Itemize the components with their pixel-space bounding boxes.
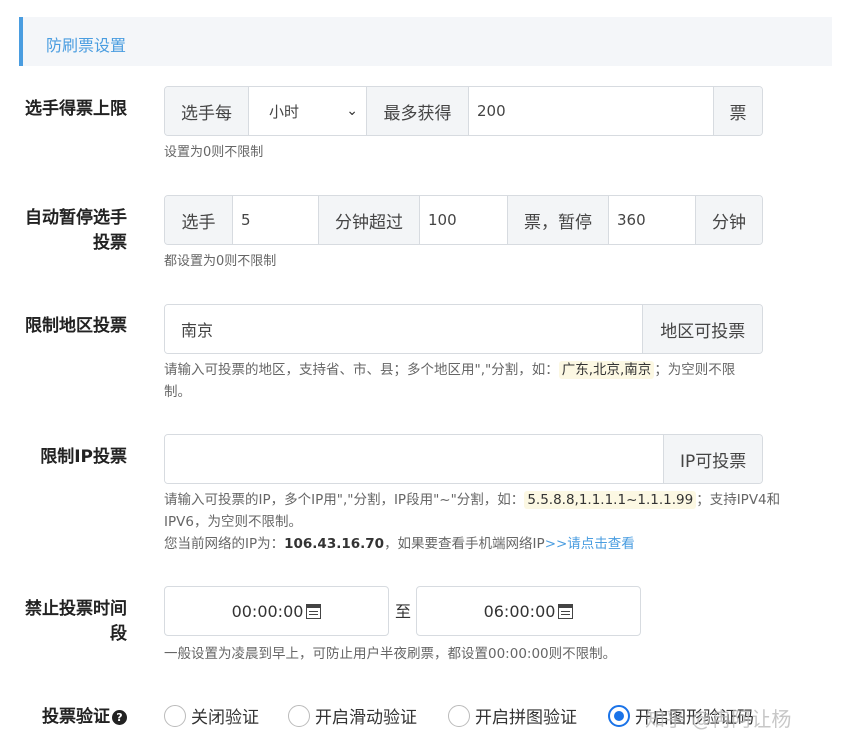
limit-help: 设置为0则不限制 bbox=[164, 145, 264, 160]
period-select[interactable]: 小时 ⌄ bbox=[249, 87, 367, 135]
help-icon[interactable]: ? bbox=[112, 710, 127, 725]
radio-label: 开启滑动验证 bbox=[315, 708, 417, 728]
current-ip-mid: ，如果要查看手机端网络IP bbox=[384, 536, 545, 552]
calendar-icon bbox=[558, 603, 574, 619]
autopause-help: 都设置为0则不限制 bbox=[164, 254, 277, 269]
radio-circle bbox=[448, 704, 470, 727]
region-suffix: 地区可投票 bbox=[643, 305, 762, 353]
limit-label: 选手得票上限 bbox=[25, 99, 127, 119]
autopause-input-group: 选手 5 分钟超过 100 票，暂停 360 分钟 bbox=[164, 195, 763, 245]
radio-label: 开启拼图验证 bbox=[475, 708, 577, 728]
region-help-post: ；为空则不限 bbox=[654, 362, 736, 378]
radio-circle bbox=[164, 704, 186, 727]
autopause-label-line2: 投票 bbox=[93, 233, 127, 253]
end-time-value: 06:00:00 bbox=[483, 601, 556, 621]
calendar-icon bbox=[306, 603, 322, 619]
radio-close-verify[interactable]: 关闭验证 bbox=[164, 703, 259, 728]
chevron-down-icon: ⌄ bbox=[346, 103, 358, 119]
verify-label-text: 投票验证 bbox=[42, 707, 110, 727]
section-header: 防刷票设置 bbox=[19, 17, 832, 66]
ip-suffix: IP可投票 bbox=[664, 435, 762, 483]
ip-help-line2: IPV6，为空则不限制。 bbox=[164, 514, 302, 530]
max-votes-input[interactable]: 200 bbox=[469, 87, 714, 135]
ip-example: 5.5.8.8,1.1.1.1~1.1.1.99 bbox=[524, 491, 697, 509]
time-help: 一般设置为凌晨到早上，可防止用户半夜刷票，都设置00:00:00则不限制。 bbox=[164, 646, 617, 662]
ip-help: 请输入可投票的IP，多个IP用","分割，IP段用"~"分割，如： 5.5.8.8… bbox=[164, 489, 780, 555]
section-title: 防刷票设置 bbox=[46, 36, 127, 55]
limit-suffix: 票 bbox=[714, 87, 762, 135]
region-help-text: 请输入可投票的地区，支持省、市、县；多个地区用","分割，如： bbox=[164, 362, 559, 378]
mobile-ip-link[interactable]: >>请点击查看 bbox=[545, 536, 635, 552]
region-input-group: 南京 地区可投票 bbox=[164, 304, 763, 354]
radio-circle bbox=[288, 704, 310, 727]
region-example: 广东,北京,南京 bbox=[558, 361, 655, 379]
watermark: 知乎 @冉阿让杨 bbox=[645, 707, 792, 731]
ip-help-post: ；支持IPV4和 bbox=[696, 492, 781, 508]
autopause-label-line1: 自动暂停选手 bbox=[25, 208, 127, 228]
autopause-suffix: 分钟 bbox=[696, 196, 762, 244]
limit-mid: 最多获得 bbox=[367, 87, 469, 135]
ip-input[interactable] bbox=[165, 435, 665, 483]
time-label-line1: 禁止投票时间 bbox=[25, 599, 127, 619]
autopause-prefix: 选手 bbox=[165, 196, 233, 244]
radio-puzzle-verify[interactable]: 开启拼图验证 bbox=[448, 703, 577, 728]
autopause-mid2: 票，暂停 bbox=[508, 196, 609, 244]
start-time-input[interactable]: 00:00:00 bbox=[164, 586, 389, 636]
autopause-mid1: 分钟超过 bbox=[319, 196, 420, 244]
limit-input-group: 选手每 小时 ⌄ 最多获得 200 票 bbox=[164, 86, 763, 136]
time-separator: 至 bbox=[395, 602, 412, 621]
region-input[interactable]: 南京 bbox=[165, 305, 644, 353]
radio-circle-checked bbox=[608, 704, 630, 727]
end-time-input[interactable]: 06:00:00 bbox=[416, 586, 641, 636]
radio-label: 关闭验证 bbox=[191, 708, 259, 728]
radio-slide-verify[interactable]: 开启滑动验证 bbox=[288, 703, 417, 728]
verify-label: 投票验证? bbox=[42, 705, 127, 730]
pause-input[interactable]: 360 bbox=[609, 196, 696, 244]
ip-label: 限制IP投票 bbox=[40, 447, 127, 467]
ip-input-group: IP可投票 bbox=[164, 434, 763, 484]
region-help: 请输入可投票的地区，支持省、市、县；多个地区用","分割，如： 广东,北京,南京；… bbox=[164, 359, 735, 403]
current-ip-prefix: 您当前网络的IP为： bbox=[164, 536, 285, 552]
current-ip: 106.43.16.70 bbox=[284, 536, 385, 552]
time-label-line2: 段 bbox=[110, 624, 127, 644]
votes-input[interactable]: 100 bbox=[420, 196, 508, 244]
period-select-value: 小时 bbox=[269, 102, 300, 121]
minutes-input[interactable]: 5 bbox=[233, 196, 319, 244]
time-label: 禁止投票时间 段 bbox=[25, 597, 127, 647]
start-time-value: 00:00:00 bbox=[231, 601, 304, 621]
limit-prefix: 选手每 bbox=[165, 87, 249, 135]
ip-help-text: 请输入可投票的IP，多个IP用","分割，IP段用"~"分割，如： bbox=[164, 492, 525, 508]
region-label: 限制地区投票 bbox=[25, 316, 127, 336]
region-help-line2: 制。 bbox=[164, 384, 191, 400]
autopause-label: 自动暂停选手 投票 bbox=[25, 206, 127, 256]
